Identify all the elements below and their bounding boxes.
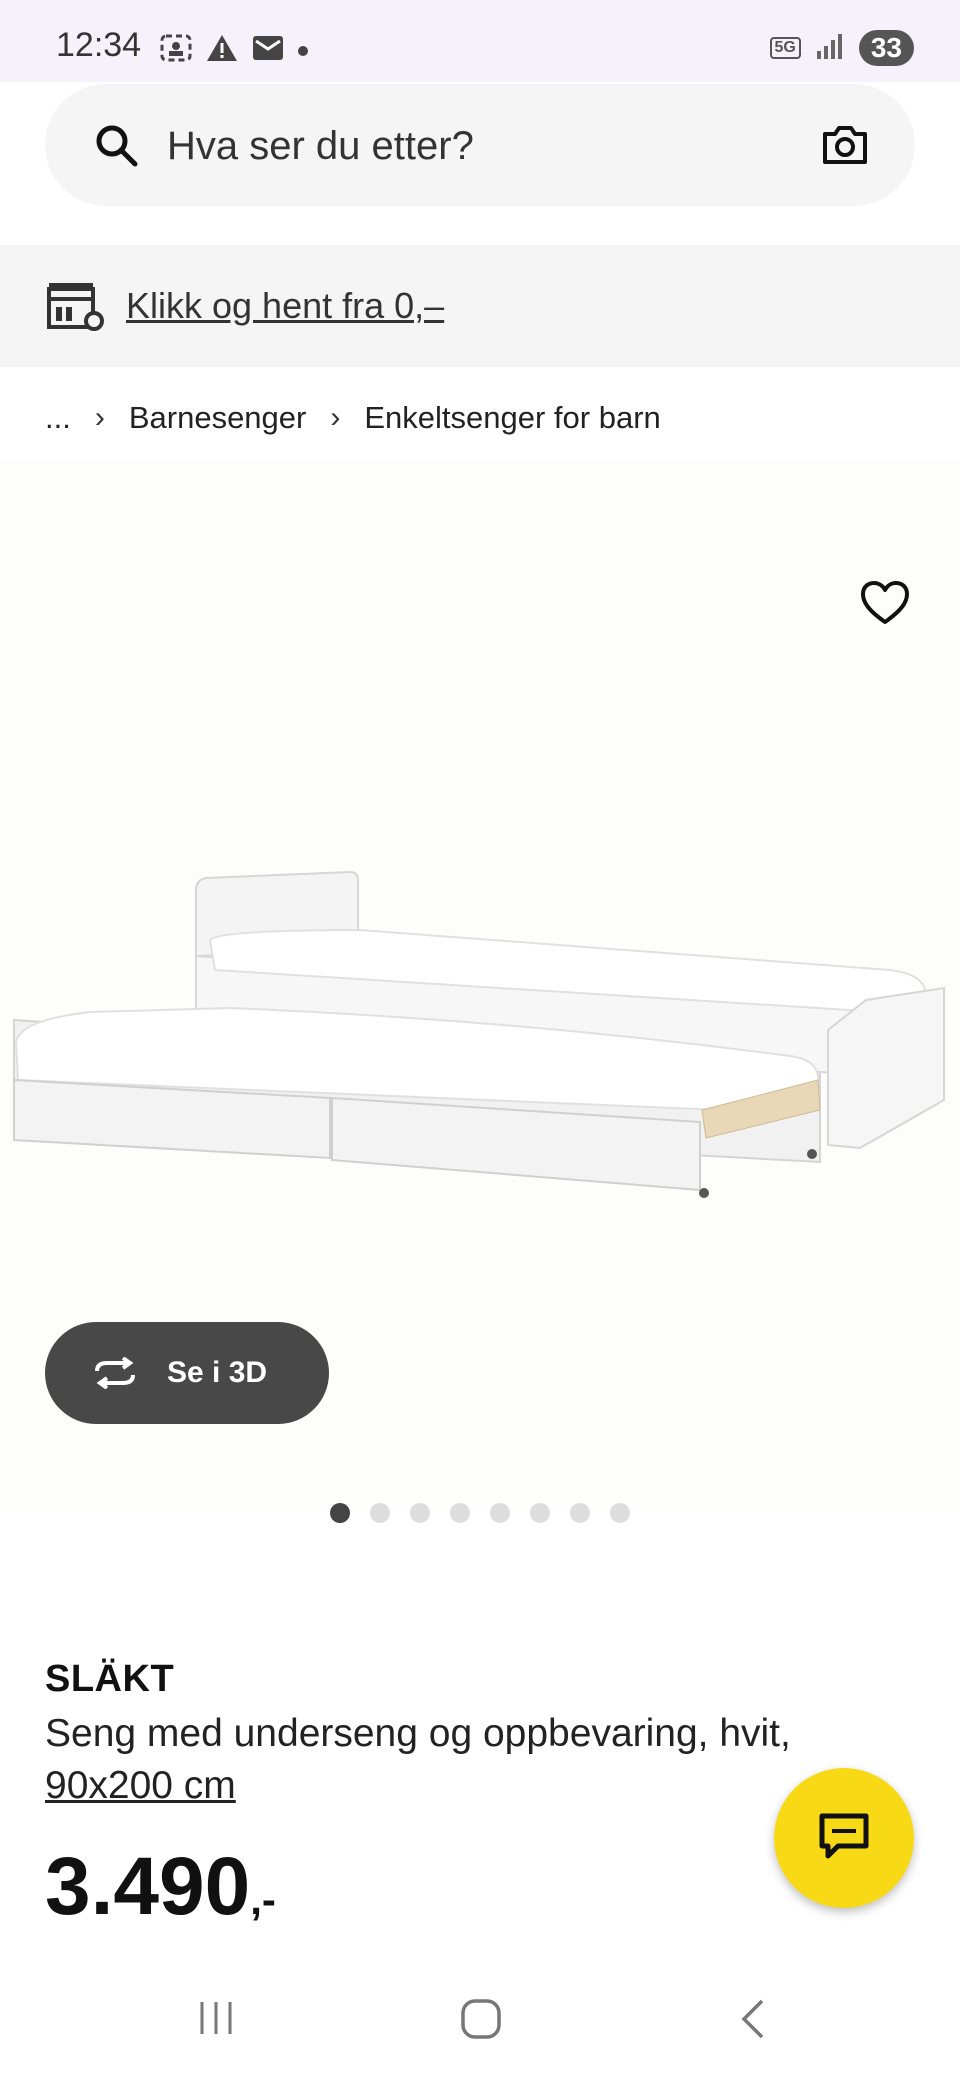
recent-apps-icon[interactable] [196, 1998, 236, 2043]
gallery-dot[interactable] [450, 1503, 470, 1523]
chevron-right-icon: › [94, 401, 105, 434]
gallery-dot[interactable] [570, 1503, 590, 1523]
promo-banner[interactable]: Klikk og hent fra 0,– [0, 245, 960, 367]
status-time: 12:34 [56, 26, 142, 64]
mail-icon [252, 35, 284, 66]
rotate-3d-icon [89, 1357, 141, 1389]
price-value: 3.490 [45, 1841, 251, 1932]
back-icon[interactable] [738, 1998, 768, 2045]
gallery-dot[interactable] [490, 1503, 510, 1523]
chat-button[interactable] [774, 1768, 914, 1908]
chat-bubble-icon [818, 1812, 870, 1865]
product-brand: SLÄKT [45, 1658, 175, 1700]
gallery-dot[interactable] [370, 1503, 390, 1523]
chevron-right-icon: › [330, 401, 341, 434]
home-icon[interactable] [460, 1998, 502, 2045]
screenshot-icon [160, 34, 192, 67]
product-description-text: Seng med underseng og oppbevaring, hvit, [45, 1712, 791, 1755]
product-size-link[interactable]: 90x200 cm [45, 1764, 236, 1807]
search-icon [93, 122, 139, 173]
breadcrumb-ellipsis[interactable]: ... [45, 400, 71, 436]
gallery-pagination [0, 1503, 960, 1523]
breadcrumb-item-enkeltsenger[interactable]: Enkeltsenger for barn [364, 400, 660, 436]
price-suffix: ,- [250, 1876, 276, 1923]
search-input[interactable]: Hva ser du etter? [167, 124, 474, 169]
breadcrumb-item-barnesenger[interactable]: Barnesenger [129, 400, 307, 436]
status-icons-left [160, 34, 308, 67]
favorite-heart-icon[interactable] [860, 580, 910, 631]
status-bar: 12:34 5G 33 [0, 0, 960, 82]
breadcrumb: ... › Barnesenger › Enkeltsenger for bar… [45, 400, 661, 436]
product-price: 3.490,- [45, 1840, 276, 1934]
search-bar[interactable]: Hva ser du etter? [45, 84, 915, 206]
camera-icon[interactable] [821, 122, 869, 171]
system-nav-bar [0, 1960, 960, 2080]
gallery-dot[interactable] [410, 1503, 430, 1523]
signal-icon [815, 33, 845, 64]
store-pickup-icon [46, 281, 104, 336]
notification-dot-icon [298, 45, 308, 56]
view-in-3d-label: Se i 3D [167, 1356, 268, 1389]
view-in-3d-button[interactable]: Se i 3D [45, 1322, 329, 1424]
gallery-dot[interactable] [330, 1503, 350, 1523]
gallery-dot[interactable] [530, 1503, 550, 1523]
click-collect-link[interactable]: Klikk og hent fra 0,– [126, 285, 444, 327]
status-icons-right: 5G 33 [769, 30, 914, 66]
battery-level: 33 [858, 30, 914, 66]
gallery-dot[interactable] [610, 1503, 630, 1523]
bed-product-image [13, 870, 945, 1198]
warning-icon [206, 34, 238, 67]
product-image-gallery[interactable]: Se i 3D [0, 460, 960, 1523]
network-type: 5G [769, 37, 801, 59]
product-description: Seng med underseng og oppbevaring, hvit,… [45, 1708, 885, 1812]
